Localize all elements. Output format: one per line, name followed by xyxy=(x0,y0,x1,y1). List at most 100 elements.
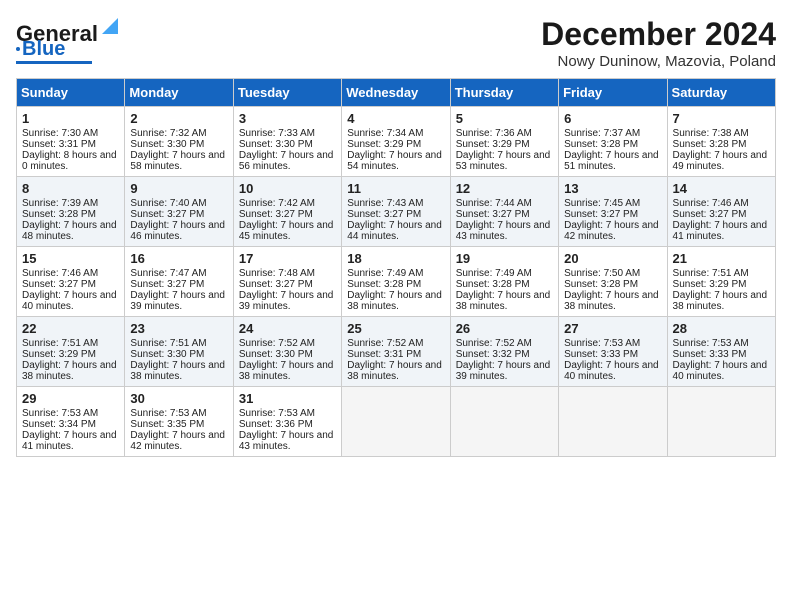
day-cell: 4Sunrise: 7:34 AMSunset: 3:29 PMDaylight… xyxy=(342,107,450,177)
sunrise-text: Sunrise: 7:45 AM xyxy=(564,198,640,209)
sunset-text: Sunset: 3:29 PM xyxy=(456,139,530,150)
sunrise-text: Sunrise: 7:52 AM xyxy=(456,338,532,349)
daylight-text: Daylight: 7 hours and 40 minutes. xyxy=(22,290,117,312)
week-row-4: 22Sunrise: 7:51 AMSunset: 3:29 PMDayligh… xyxy=(17,317,776,387)
day-number: 13 xyxy=(564,181,661,196)
daylight-text: Daylight: 7 hours and 38 minutes. xyxy=(673,290,768,312)
day-cell: 11Sunrise: 7:43 AMSunset: 3:27 PMDayligh… xyxy=(342,177,450,247)
sunset-text: Sunset: 3:29 PM xyxy=(673,279,747,290)
sunrise-text: Sunrise: 7:30 AM xyxy=(22,128,98,139)
sunset-text: Sunset: 3:28 PM xyxy=(22,209,96,220)
day-number: 11 xyxy=(347,181,444,196)
sunrise-text: Sunrise: 7:40 AM xyxy=(130,198,206,209)
day-cell: 22Sunrise: 7:51 AMSunset: 3:29 PMDayligh… xyxy=(17,317,125,387)
daylight-text: Daylight: 7 hours and 39 minutes. xyxy=(130,290,225,312)
daylight-text: Daylight: 7 hours and 43 minutes. xyxy=(456,220,551,242)
sunrise-text: Sunrise: 7:53 AM xyxy=(564,338,640,349)
day-number: 29 xyxy=(22,391,119,406)
day-cell: 18Sunrise: 7:49 AMSunset: 3:28 PMDayligh… xyxy=(342,247,450,317)
day-number: 2 xyxy=(130,111,227,126)
day-cell: 23Sunrise: 7:51 AMSunset: 3:30 PMDayligh… xyxy=(125,317,233,387)
day-number: 9 xyxy=(130,181,227,196)
header-row: SundayMondayTuesdayWednesdayThursdayFrid… xyxy=(17,79,776,107)
day-number: 22 xyxy=(22,321,119,336)
day-cell: 24Sunrise: 7:52 AMSunset: 3:30 PMDayligh… xyxy=(233,317,341,387)
day-cell xyxy=(667,387,775,457)
col-header-sunday: Sunday xyxy=(17,79,125,107)
logo-text-blue: Blue xyxy=(22,39,65,59)
daylight-text: Daylight: 7 hours and 38 minutes. xyxy=(130,360,225,382)
col-header-tuesday: Tuesday xyxy=(233,79,341,107)
sunrise-text: Sunrise: 7:46 AM xyxy=(22,268,98,279)
sunset-text: Sunset: 3:28 PM xyxy=(456,279,530,290)
daylight-text: Daylight: 7 hours and 48 minutes. xyxy=(22,220,117,242)
day-cell: 28Sunrise: 7:53 AMSunset: 3:33 PMDayligh… xyxy=(667,317,775,387)
daylight-text: Daylight: 7 hours and 51 minutes. xyxy=(564,150,659,172)
sunrise-text: Sunrise: 7:53 AM xyxy=(22,408,98,419)
daylight-text: Daylight: 7 hours and 38 minutes. xyxy=(456,290,551,312)
sunrise-text: Sunrise: 7:37 AM xyxy=(564,128,640,139)
sunrise-text: Sunrise: 7:34 AM xyxy=(347,128,423,139)
day-cell: 7Sunrise: 7:38 AMSunset: 3:28 PMDaylight… xyxy=(667,107,775,177)
day-cell: 31Sunrise: 7:53 AMSunset: 3:36 PMDayligh… xyxy=(233,387,341,457)
week-row-5: 29Sunrise: 7:53 AMSunset: 3:34 PMDayligh… xyxy=(17,387,776,457)
sunset-text: Sunset: 3:29 PM xyxy=(347,139,421,150)
day-cell: 9Sunrise: 7:40 AMSunset: 3:27 PMDaylight… xyxy=(125,177,233,247)
day-number: 16 xyxy=(130,251,227,266)
daylight-text: Daylight: 7 hours and 42 minutes. xyxy=(564,220,659,242)
day-cell: 6 Sunrise: 7:37 AMSunset: 3:28 PMDaylight… xyxy=(559,107,667,177)
sunrise-text: Sunrise: 7:39 AM xyxy=(22,198,98,209)
sunset-text: Sunset: 3:27 PM xyxy=(130,209,204,220)
day-cell: 5Sunrise: 7:36 AMSunset: 3:29 PMDaylight… xyxy=(450,107,558,177)
day-number: 5 xyxy=(456,111,553,126)
day-number: 14 xyxy=(673,181,770,196)
sunrise-text: Sunrise: 7:53 AM xyxy=(130,408,206,419)
daylight-text: Daylight: 7 hours and 38 minutes. xyxy=(564,290,659,312)
daylight-text: Daylight: 7 hours and 38 minutes. xyxy=(22,360,117,382)
day-number: 23 xyxy=(130,321,227,336)
sunrise-text: Sunrise: 7:53 AM xyxy=(673,338,749,349)
daylight-text: Daylight: 7 hours and 41 minutes. xyxy=(22,430,117,452)
col-header-monday: Monday xyxy=(125,79,233,107)
day-number: 15 xyxy=(22,251,119,266)
sunset-text: Sunset: 3:27 PM xyxy=(456,209,530,220)
day-cell: 16Sunrise: 7:47 AMSunset: 3:27 PMDayligh… xyxy=(125,247,233,317)
daylight-text: Daylight: 7 hours and 54 minutes. xyxy=(347,150,442,172)
day-cell: 19Sunrise: 7:49 AMSunset: 3:28 PMDayligh… xyxy=(450,247,558,317)
sunrise-text: Sunrise: 7:50 AM xyxy=(564,268,640,279)
sunset-text: Sunset: 3:36 PM xyxy=(239,419,313,430)
daylight-text: Daylight: 7 hours and 38 minutes. xyxy=(347,290,442,312)
logo-underline xyxy=(16,61,92,64)
sunset-text: Sunset: 3:28 PM xyxy=(564,139,638,150)
day-number: 12 xyxy=(456,181,553,196)
daylight-text: Daylight: 7 hours and 56 minutes. xyxy=(239,150,334,172)
daylight-text: Daylight: 7 hours and 45 minutes. xyxy=(239,220,334,242)
day-cell: 2Sunrise: 7:32 AMSunset: 3:30 PMDaylight… xyxy=(125,107,233,177)
week-row-2: 8Sunrise: 7:39 AMSunset: 3:28 PMDaylight… xyxy=(17,177,776,247)
sunrise-text: Sunrise: 7:32 AM xyxy=(130,128,206,139)
daylight-text: Daylight: 8 hours and 0 minutes. xyxy=(22,150,117,172)
day-number: 25 xyxy=(347,321,444,336)
sunset-text: Sunset: 3:34 PM xyxy=(22,419,96,430)
day-number: 3 xyxy=(239,111,336,126)
day-cell: 27Sunrise: 7:53 AMSunset: 3:33 PMDayligh… xyxy=(559,317,667,387)
sunrise-text: Sunrise: 7:51 AM xyxy=(22,338,98,349)
title-area: December 2024 Nowy Duninow, Mazovia, Pol… xyxy=(541,16,776,70)
daylight-text: Daylight: 7 hours and 58 minutes. xyxy=(130,150,225,172)
sunset-text: Sunset: 3:27 PM xyxy=(347,209,421,220)
day-cell: 20Sunrise: 7:50 AMSunset: 3:28 PMDayligh… xyxy=(559,247,667,317)
col-header-saturday: Saturday xyxy=(667,79,775,107)
day-cell: 8Sunrise: 7:39 AMSunset: 3:28 PMDaylight… xyxy=(17,177,125,247)
day-cell xyxy=(342,387,450,457)
day-number: 17 xyxy=(239,251,336,266)
day-number: 6 xyxy=(564,111,661,126)
month-title: December 2024 xyxy=(541,16,776,53)
sunset-text: Sunset: 3:32 PM xyxy=(456,349,530,360)
day-number: 26 xyxy=(456,321,553,336)
day-number: 31 xyxy=(239,391,336,406)
sunset-text: Sunset: 3:31 PM xyxy=(22,139,96,150)
day-cell: 15Sunrise: 7:46 AMSunset: 3:27 PMDayligh… xyxy=(17,247,125,317)
daylight-text: Daylight: 7 hours and 39 minutes. xyxy=(239,290,334,312)
sunset-text: Sunset: 3:28 PM xyxy=(347,279,421,290)
sunrise-text: Sunrise: 7:53 AM xyxy=(239,408,315,419)
